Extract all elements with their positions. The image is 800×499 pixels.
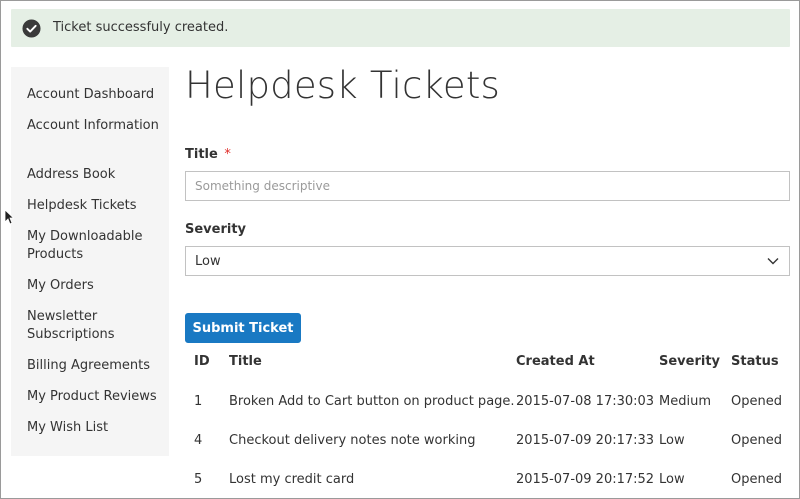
- column-header-created-at: Created At: [516, 354, 595, 369]
- cell-title: Broken Add to Cart button on product pag…: [229, 394, 515, 409]
- title-label-text: Title: [185, 147, 218, 162]
- sidebar-item-my-orders[interactable]: My Orders: [27, 277, 162, 295]
- title-input[interactable]: [185, 171, 790, 201]
- cell-title: Checkout delivery notes note working: [229, 433, 476, 448]
- cell-status: Opened: [731, 394, 782, 409]
- sidebar-item-account-dashboard[interactable]: Account Dashboard: [27, 86, 162, 104]
- success-message: Ticket successfuly created.: [11, 9, 790, 47]
- severity-field-label: Severity: [185, 222, 247, 237]
- required-mark: *: [224, 147, 231, 162]
- sidebar-item-address-book[interactable]: Address Book: [27, 166, 162, 184]
- mouse-pointer-icon: [4, 209, 14, 225]
- cell-status: Opened: [731, 433, 782, 448]
- sidebar-item-billing-agreements[interactable]: Billing Agreements: [27, 357, 162, 375]
- sidebar-item-account-information[interactable]: Account Information: [27, 117, 162, 135]
- page-title: Helpdesk Tickets: [185, 64, 501, 107]
- cell-severity: Low: [659, 472, 685, 487]
- cell-created-at: 2015-07-08 17:30:03: [516, 394, 655, 409]
- column-header-status: Status: [731, 354, 779, 369]
- sidebar-item-my-downloadable-products[interactable]: My Downloadable Products: [27, 228, 162, 264]
- cell-id: 4: [194, 433, 203, 448]
- sidebar-item-my-wish-list[interactable]: My Wish List: [27, 419, 162, 437]
- cell-id: 5: [194, 472, 203, 487]
- sidebar-item-newsletter-subscriptions[interactable]: Newsletter Subscriptions: [27, 308, 162, 344]
- cell-status: Opened: [731, 472, 782, 487]
- cell-severity: Medium: [659, 394, 711, 409]
- column-header-id: ID: [194, 354, 210, 369]
- column-header-title: Title: [229, 354, 262, 369]
- column-header-severity: Severity: [659, 354, 721, 369]
- account-sidebar: Account Dashboard Account Information Ad…: [11, 67, 169, 456]
- sidebar-item-my-product-reviews[interactable]: My Product Reviews: [27, 388, 162, 406]
- cell-title: Lost my credit card: [229, 472, 355, 487]
- severity-select[interactable]: Low: [185, 246, 790, 276]
- success-message-text: Ticket successfuly created.: [53, 20, 229, 35]
- sidebar-item-helpdesk-tickets[interactable]: Helpdesk Tickets: [27, 197, 162, 215]
- chevron-down-icon: [767, 258, 779, 265]
- cell-severity: Low: [659, 433, 685, 448]
- severity-selected-value: Low: [195, 254, 221, 269]
- cell-created-at: 2015-07-09 20:17:52: [516, 472, 655, 487]
- check-circle-icon: [22, 19, 41, 38]
- title-field-label: Title *: [185, 147, 231, 162]
- submit-ticket-button[interactable]: Submit Ticket: [185, 313, 301, 343]
- cell-id: 1: [194, 394, 203, 409]
- cell-created-at: 2015-07-09 20:17:33: [516, 433, 655, 448]
